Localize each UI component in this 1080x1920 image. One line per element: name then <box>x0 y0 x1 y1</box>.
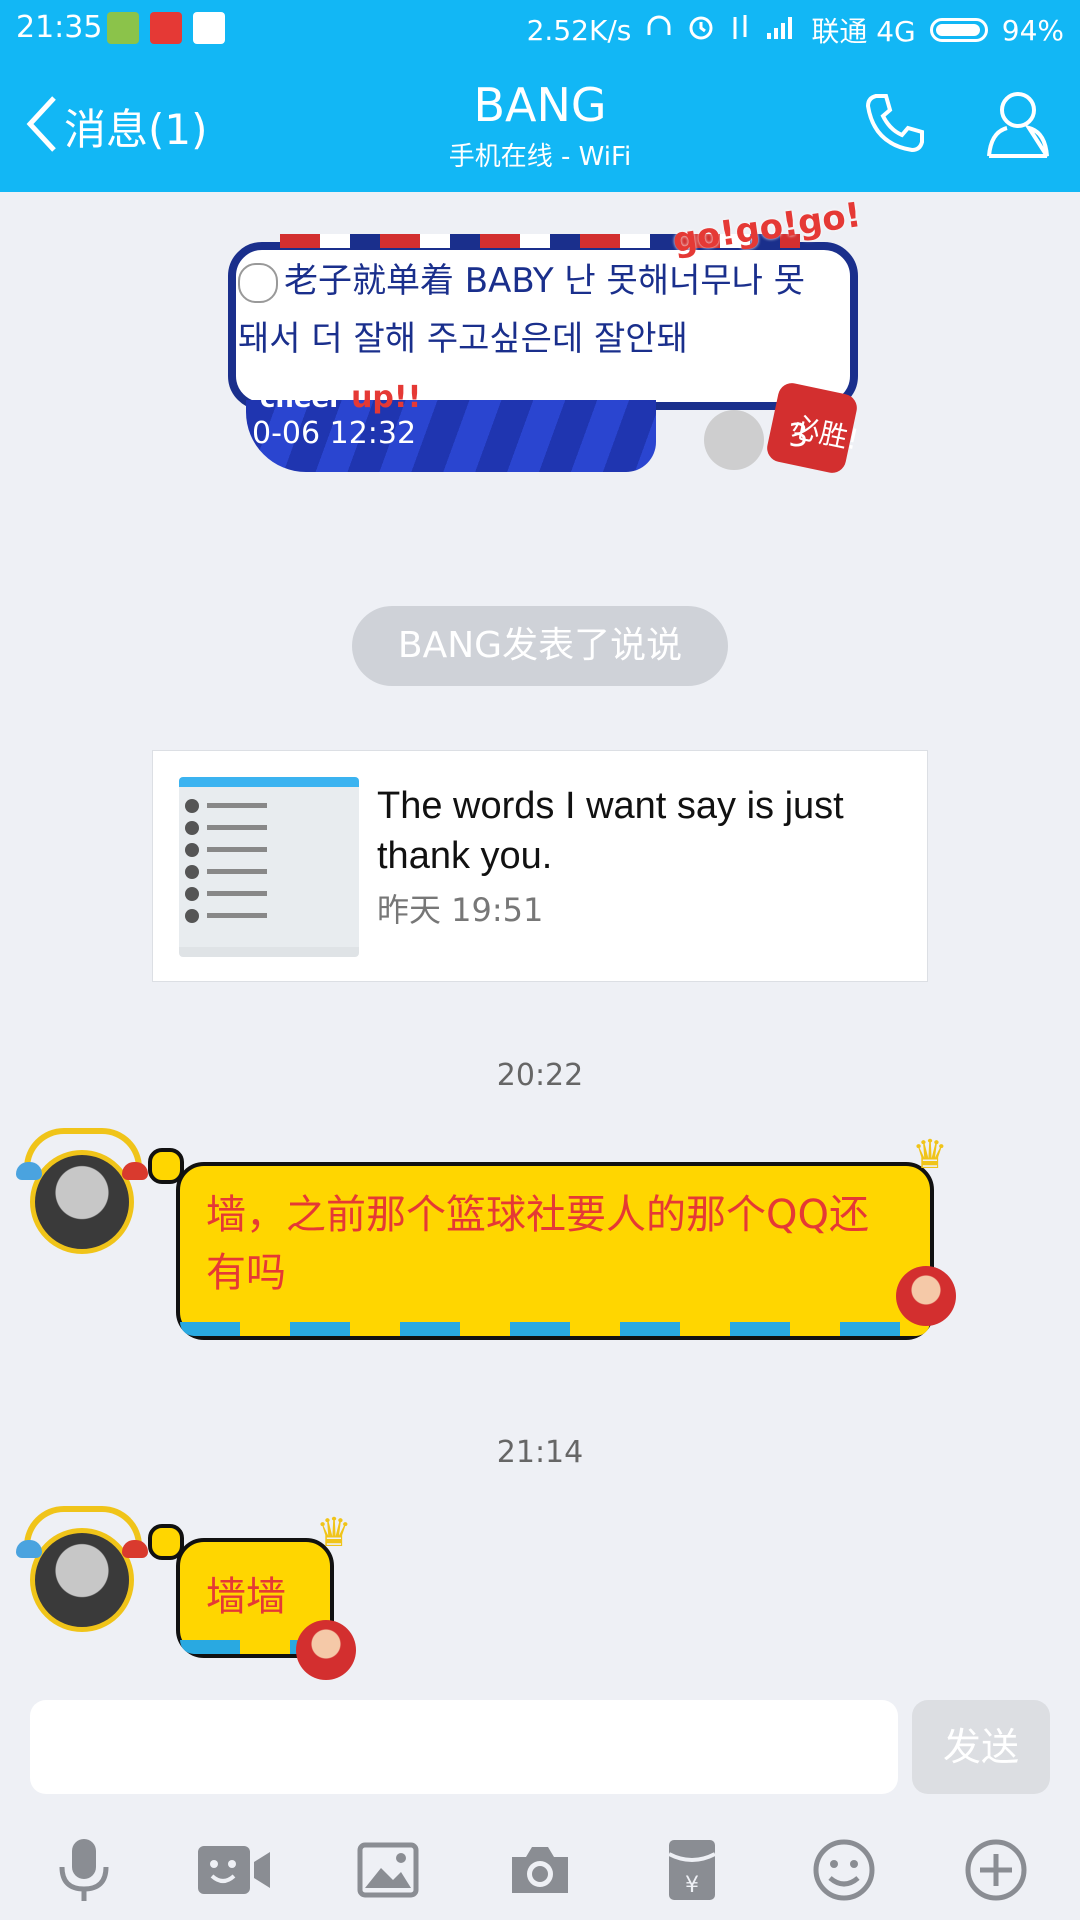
thumb-row <box>185 821 353 835</box>
network-speed: 2.52K/s <box>526 13 632 47</box>
video-icon <box>198 1846 270 1894</box>
shield-app-icon <box>107 12 139 44</box>
message-input[interactable] <box>30 1700 898 1794</box>
message-bubble-themed[interactable]: 老子就单着 BABY 난 못해너무나 못돼서 더 잘해 주고싶은데 잘안돼 go… <box>220 195 863 476</box>
message-text: 墙墙 <box>206 1574 286 1620</box>
person-icon <box>987 92 1049 158</box>
message-time: 0-06 12:32 <box>252 416 417 451</box>
camera-icon <box>512 1847 568 1893</box>
thumbs-up-icon[interactable] <box>704 410 764 470</box>
post-thumbnail <box>179 777 359 957</box>
sticker-cheer: cheer up!! <box>260 380 422 415</box>
avatar <box>30 1150 134 1254</box>
status-bar: 21:35 2.52K/s 联通 4G 94% <box>0 0 1080 56</box>
avatar <box>30 1528 134 1632</box>
send-button[interactable]: 发送 <box>912 1700 1050 1794</box>
microphone-icon <box>59 1839 109 1901</box>
system-notice: BANG发表了说说 <box>352 606 728 686</box>
bubble-character-icon <box>896 1266 956 1326</box>
emoji-icon <box>813 1839 875 1901</box>
phone-call-button[interactable] <box>862 90 928 160</box>
timestamp: 20:22 <box>496 1058 584 1093</box>
message-bubble[interactable]: 墙，之前那个篮球社要人的那个QQ还有吗 <box>176 1162 934 1340</box>
headphone-icon <box>645 13 673 48</box>
data-arrows-icon <box>729 13 751 48</box>
plus-icon <box>965 1839 1027 1901</box>
bubble-character-icon <box>296 1620 356 1680</box>
input-toolbar: ¥ <box>0 1830 1080 1910</box>
crab-icon <box>16 1162 42 1180</box>
thumb-row <box>185 799 353 813</box>
sender-avatar[interactable] <box>16 1128 148 1268</box>
alarm-icon <box>687 13 715 48</box>
crab-icon <box>122 1540 148 1558</box>
image-button[interactable] <box>348 1830 428 1910</box>
status-time: 21:35 <box>16 10 103 45</box>
message-text: 墙，之前那个篮球社要人的那个QQ还有吗 <box>206 1192 869 1296</box>
qq-app-icon <box>193 12 225 44</box>
emoji-button[interactable] <box>804 1830 884 1910</box>
crown-icon: ♛ <box>316 1510 352 1556</box>
more-button[interactable] <box>956 1830 1036 1910</box>
crab-icon <box>122 1162 148 1180</box>
ghost-emoji-icon <box>238 262 278 303</box>
carrier: 联通 4G <box>811 15 916 48</box>
post-text: The words I want say is just thank you. <box>377 785 844 877</box>
svg-text:¥: ¥ <box>685 1873 699 1898</box>
camera-button[interactable] <box>500 1830 580 1910</box>
profile-button[interactable] <box>985 86 1051 164</box>
timestamp: 21:14 <box>496 1435 584 1470</box>
video-button[interactable] <box>194 1830 274 1910</box>
sender-avatar[interactable] <box>16 1506 148 1646</box>
thumb-row <box>185 843 353 857</box>
signal-icon <box>765 13 797 48</box>
thumb-row <box>185 909 353 923</box>
post-time: 昨天 19:51 <box>377 891 544 929</box>
like-count: 3 <box>788 416 809 454</box>
status-right: 2.52K/s 联通 4G 94% <box>527 10 1064 50</box>
music-app-icon <box>150 12 182 44</box>
thumb-row <box>185 865 353 879</box>
shared-post-card[interactable]: The words I want say is just thank you. … <box>152 750 928 982</box>
image-icon <box>357 1842 419 1898</box>
red-packet-button[interactable]: ¥ <box>652 1830 732 1910</box>
input-area: 发送 ¥ <box>0 1692 1080 1920</box>
voice-button[interactable] <box>44 1830 124 1910</box>
battery-percent: 94% <box>1001 13 1064 47</box>
message-text: 老子就单着 BABY 난 못해너무나 못돼서 더 잘해 주고싶은데 잘안돼 <box>238 261 806 359</box>
chat-area[interactable]: 老子就单着 BABY 난 못해너무나 못돼서 더 잘해 주고싶은데 잘안돼 go… <box>0 192 1080 1692</box>
phone-icon <box>865 94 924 153</box>
battery-icon <box>929 18 988 42</box>
crab-icon <box>16 1540 42 1558</box>
red-packet-icon: ¥ <box>668 1840 716 1900</box>
crown-icon: ♛ <box>912 1132 948 1178</box>
thumb-row <box>185 887 353 901</box>
chat-header: 消息(1) BANG 手机在线 - WiFi <box>0 56 1080 192</box>
